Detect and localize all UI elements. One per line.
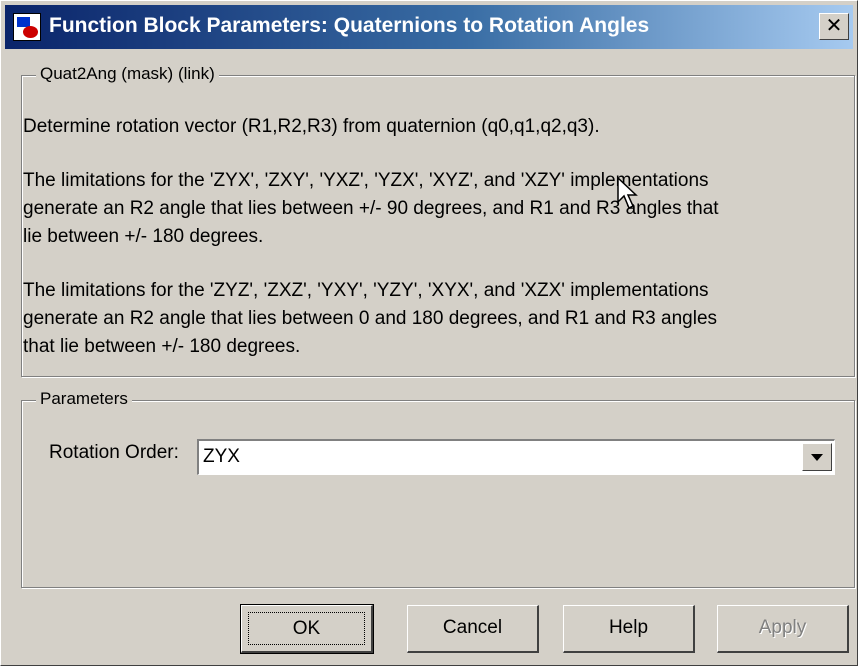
description-line-2: The limitations for the 'ZYX', 'ZXY', 'Y… — [23, 170, 709, 191]
close-button[interactable]: ✕ — [819, 13, 849, 40]
help-button[interactable]: Help — [563, 605, 695, 653]
dropdown-arrow-icon[interactable] — [802, 443, 832, 471]
parameters-group-legend: Parameters — [36, 389, 132, 409]
description-line-1: Determine rotation vector (R1,R2,R3) fro… — [23, 116, 600, 137]
title-bar[interactable]: Function Block Parameters: Quaternions t… — [5, 5, 853, 49]
description-line-3: generate an R2 angle that lies between +… — [23, 198, 719, 219]
mouse-cursor-icon — [617, 177, 638, 210]
simulink-block-icon — [13, 13, 41, 41]
rotation-order-label: Rotation Order: — [49, 442, 179, 463]
ok-button[interactable]: OK — [240, 604, 374, 654]
description-line-6: generate an R2 angle that lies between 0… — [23, 308, 718, 329]
dialog-window: Function Block Parameters: Quaternions t… — [0, 0, 858, 666]
mask-group-legend: Quat2Ang (mask) (link) — [36, 64, 219, 84]
description-line-7: that lie between +/- 180 degrees. — [23, 336, 301, 357]
close-icon: ✕ — [825, 15, 843, 37]
window-title: Function Block Parameters: Quaternions t… — [49, 14, 650, 37]
rotation-order-dropdown[interactable]: ZYX — [197, 439, 835, 475]
description-line-5: The limitations for the 'ZYZ', 'ZXZ', 'Y… — [23, 280, 709, 301]
parameters-group: Parameters — [21, 389, 855, 588]
ok-button-label: OK — [248, 612, 365, 645]
apply-button: Apply — [717, 605, 849, 653]
rotation-order-value: ZYX — [203, 446, 240, 467]
cancel-button[interactable]: Cancel — [407, 605, 539, 653]
description-line-4: lie between +/- 180 degrees. — [23, 226, 264, 247]
